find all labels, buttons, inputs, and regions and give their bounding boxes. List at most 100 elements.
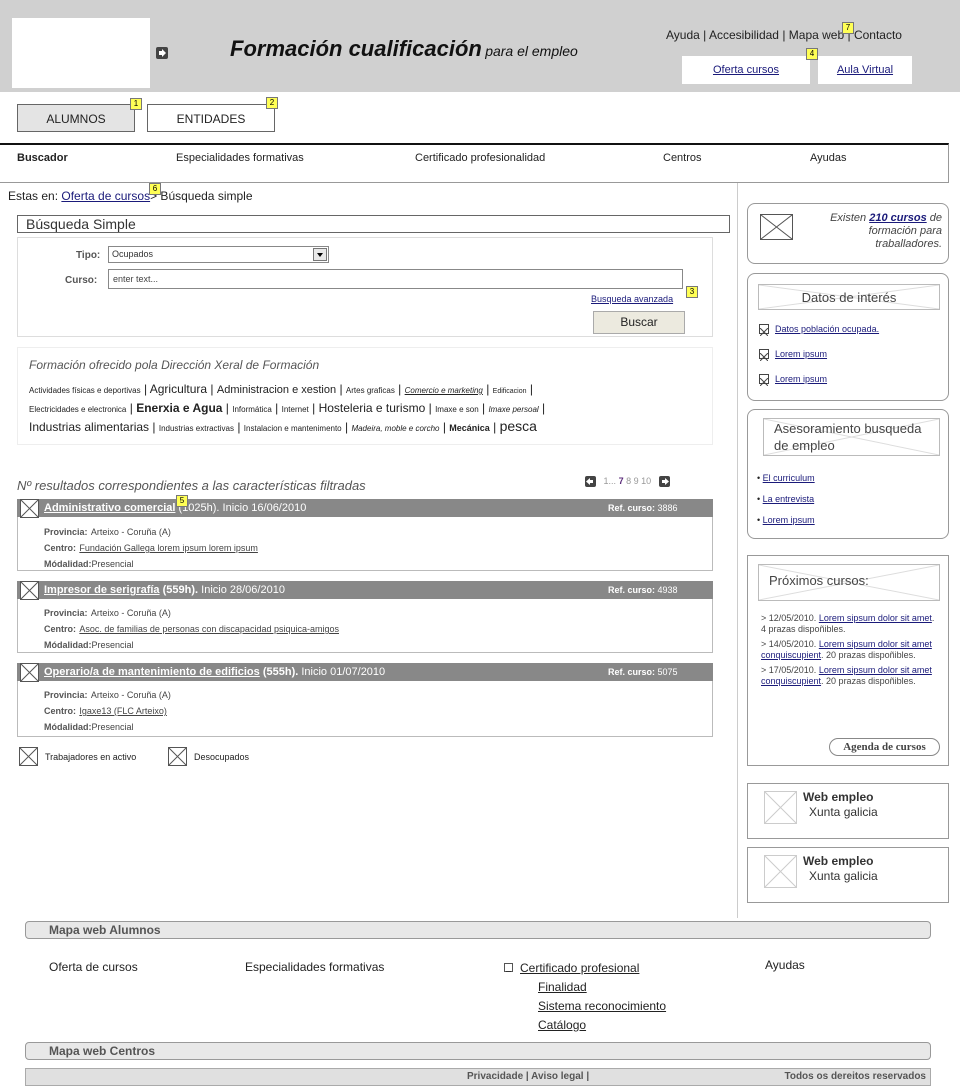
nav-especialidades[interactable]: Especialidades formativas xyxy=(176,152,304,164)
arrow-right-icon[interactable] xyxy=(156,47,168,59)
top-link-ayuda[interactable]: Ayuda xyxy=(666,28,700,42)
tag-edificacion[interactable]: Edificacion xyxy=(493,388,527,395)
page-7[interactable]: 7 xyxy=(619,476,624,486)
breadcrumb-link-oferta[interactable]: Oferta de cursos xyxy=(61,189,150,203)
tag-instalacion[interactable]: Instalacion e mantenimento xyxy=(244,424,342,433)
oferta-cursos-button[interactable]: Oferta cursos xyxy=(682,56,810,84)
footer-link-sistema[interactable]: Sistema reconocimiento xyxy=(538,997,666,1016)
datos-item-icon xyxy=(759,349,769,362)
proximo-link-1[interactable]: Lorem sipsum dolor sit amet xyxy=(819,613,932,623)
nav-certificado[interactable]: Certificado profesionalidad xyxy=(415,152,545,164)
breadcrumb-current: > Búsqueda simple xyxy=(150,189,253,203)
chevron-down-icon[interactable] xyxy=(313,248,327,261)
legal-links[interactable]: Privacidade | Aviso legal | xyxy=(467,1069,589,1085)
tag-informatica[interactable]: Informática xyxy=(232,405,272,414)
aseso-link-entrevista[interactable]: La entrevista xyxy=(763,494,815,504)
legend-activo-icon xyxy=(19,747,38,766)
collapse-icon[interactable] xyxy=(504,963,513,972)
datos-link-3[interactable]: Lorem ipsum xyxy=(775,374,827,384)
arrow-right-icon[interactable] xyxy=(658,476,670,488)
top-link-contacto[interactable]: Contacto xyxy=(854,28,902,42)
tag-enerxia[interactable]: Enerxia e Agua xyxy=(136,401,222,415)
buscar-button[interactable]: Buscar xyxy=(593,311,685,334)
proximos-list: > 12/05/2010. Lorem sipsum dolor sit ame… xyxy=(761,613,939,687)
result-title-3[interactable]: Operario/a de mantenimiento de edificios xyxy=(44,666,260,678)
tab-entidades-label: ENTIDADES xyxy=(176,112,246,126)
existen-count-link[interactable]: 210 cursos xyxy=(869,212,926,224)
centro-link[interactable]: Asoc. de familias de personas con discap… xyxy=(79,624,339,634)
result-start-3: Inicio 01/07/2010 xyxy=(301,666,386,678)
result-hours-3: (555h). xyxy=(262,666,299,678)
tag-hosteleria[interactable]: Hosteleria e turismo xyxy=(319,401,426,415)
tab-alumnos[interactable]: ALUMNOS xyxy=(17,104,135,132)
tag-administracion[interactable]: Administracion e xestion xyxy=(217,384,336,396)
centro-link[interactable]: Igaxe13 (FLC Arteixo) xyxy=(79,706,167,716)
nav-centros[interactable]: Centros xyxy=(663,152,702,164)
agenda-cursos-button[interactable]: Agenda de cursos xyxy=(829,738,940,756)
page-9[interactable]: 9 xyxy=(634,476,639,486)
tag-imaxe-persoal[interactable]: Imaxe persoal xyxy=(488,405,538,414)
tipo-select[interactable]: Ocupados xyxy=(108,246,329,263)
centro-label: Centro: xyxy=(44,543,76,553)
tag-electricidades[interactable]: Electricidades e electronica xyxy=(29,405,126,414)
tag-agricultura[interactable]: Agricultura xyxy=(150,382,207,396)
busqueda-avanzada-link[interactable]: Busqueda avanzada xyxy=(591,294,673,304)
footer-link-catalogo[interactable]: Catálogo xyxy=(538,1016,666,1035)
logo-placeholder[interactable] xyxy=(12,18,150,88)
nav-ayudas[interactable]: Ayudas xyxy=(810,152,847,164)
centro-link[interactable]: Fundación Gallega lorem ipsum lorem ipsu… xyxy=(79,543,258,553)
footer-cert-sublinks: Finalidad Sistema reconocimiento Catálog… xyxy=(538,978,666,1035)
marker-5: 5 xyxy=(176,495,188,507)
legal-rights: Todos os dereitos reservados xyxy=(784,1071,926,1082)
site-title-main: Formación cualificación xyxy=(230,36,482,61)
top-link-mapa-web[interactable]: Mapa web xyxy=(789,28,844,42)
arrow-left-icon[interactable] xyxy=(585,476,596,488)
top-link-accesibilidad[interactable]: Accesibilidad xyxy=(709,28,779,42)
tag-imaxe-son[interactable]: Imaxe e son xyxy=(435,405,479,414)
tag-industrias-alimentarias[interactable]: Industrias alimentarias xyxy=(29,420,149,434)
datos-link-2[interactable]: Lorem ipsum xyxy=(775,349,827,359)
marker-7: 7 xyxy=(842,22,854,34)
footer-link-especialidades[interactable]: Especialidades formativas xyxy=(245,960,384,974)
nav-buscador[interactable]: Buscador xyxy=(17,152,68,164)
proximos-title-box: Próximos cursos: xyxy=(758,564,940,601)
aula-virtual-button[interactable]: Aula Virtual xyxy=(818,56,912,84)
result-hours-2: (559h). xyxy=(162,584,199,596)
page-8[interactable]: 8 xyxy=(626,476,631,486)
tag-madeira[interactable]: Madeira, moble e corcho xyxy=(351,424,439,433)
tag-pesca[interactable]: pesca xyxy=(500,418,537,434)
aseso-link-curriculum[interactable]: El curriculum xyxy=(763,473,815,483)
column-divider xyxy=(737,183,738,918)
datos-link-1[interactable]: Datos población ocupada. xyxy=(775,324,879,334)
result-ref-label-3: Ref. curso: xyxy=(608,667,656,677)
footer-link-oferta[interactable]: Oferta de cursos xyxy=(49,960,138,974)
tag-industrias-extractivas[interactable]: Industrias extractivas xyxy=(159,424,234,433)
tag-artes-graficas[interactable]: Artes graficas xyxy=(346,386,395,395)
aula-virtual-label[interactable]: Aula Virtual xyxy=(837,64,893,76)
marker-6: 6 xyxy=(149,183,161,195)
result-details-1: Provincia: Arteixo - Coruña (A) Centro: … xyxy=(44,524,258,572)
site-title-sub: para el empleo xyxy=(485,43,578,59)
marker-4: 4 xyxy=(806,48,818,60)
tag-comercio[interactable]: Comercio e marketing xyxy=(405,386,483,395)
footer-link-ayudas[interactable]: Ayudas xyxy=(765,958,805,972)
web-empleo-line2: Xunta galicia xyxy=(809,869,878,883)
footer-link-finalidad[interactable]: Finalidad xyxy=(538,978,666,997)
marker-1: 1 xyxy=(130,98,142,110)
search-title-bar: Búsqueda Simple xyxy=(17,215,730,233)
result-title-row-2: Impresor de serigrafía (559h). Inicio 28… xyxy=(44,584,285,596)
tag-mecanica[interactable]: Mecánica xyxy=(449,423,490,433)
tab-entidades[interactable]: ENTIDADES xyxy=(147,104,275,132)
result-title-1[interactable]: Administrativo comercial xyxy=(44,502,175,514)
curso-input[interactable]: enter text... xyxy=(108,269,683,289)
tag-internet[interactable]: Internet xyxy=(282,405,309,414)
result-title-2[interactable]: Impresor de serigrafía xyxy=(44,584,160,596)
buscar-button-label: Buscar xyxy=(620,315,658,329)
aseso-link-lorem[interactable]: Lorem ipsum xyxy=(763,515,815,525)
tag-actividades[interactable]: Actividades físicas e deportivas xyxy=(29,386,141,395)
footer-link-certificado[interactable]: Certificado profesional xyxy=(520,961,639,975)
result-start-2: Inicio 28/06/2010 xyxy=(201,584,285,596)
oferta-cursos-label[interactable]: Oferta cursos xyxy=(713,64,779,76)
result-ref-label-1: Ref. curso: xyxy=(608,503,656,513)
page-10[interactable]: 10 xyxy=(641,476,651,486)
